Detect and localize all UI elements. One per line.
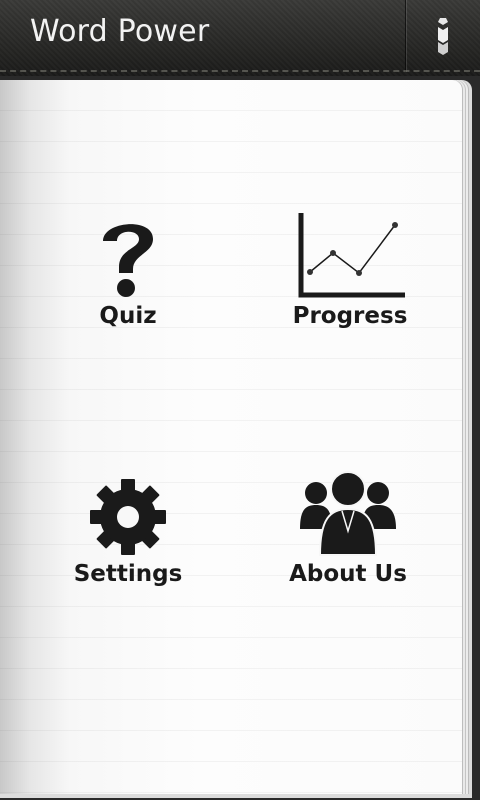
quiz-label: Quiz	[99, 303, 157, 329]
app-title: Word Power	[30, 14, 210, 49]
line-chart-icon	[298, 213, 405, 298]
about-us-label: About Us	[289, 561, 407, 587]
notebook-page: Quiz Progress Settings About Us	[0, 80, 462, 794]
settings-label: Settings	[73, 561, 183, 587]
overflow-menu-button[interactable]	[405, 0, 480, 72]
overflow-menu-icon	[438, 18, 448, 55]
progress-button[interactable]: Progress	[250, 188, 450, 328]
quiz-button[interactable]: Quiz	[28, 188, 228, 328]
title-bar: Word Power	[0, 0, 480, 76]
question-mark-icon	[103, 224, 153, 297]
people-group-icon	[300, 471, 396, 556]
about-us-button[interactable]: About Us	[248, 446, 448, 586]
settings-button[interactable]: Settings	[28, 446, 228, 586]
progress-label: Progress	[292, 303, 408, 329]
gear-icon	[90, 479, 166, 555]
